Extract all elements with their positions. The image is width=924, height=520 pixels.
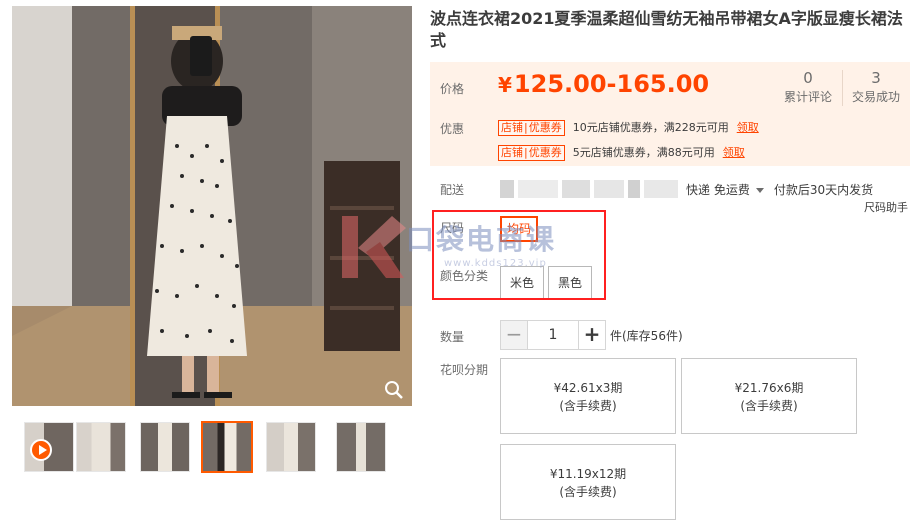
installment-fee-note: (含手续费) (559, 399, 617, 413)
installment-amount: ¥42.61x3期 (553, 381, 623, 395)
coupon-tag-shop: 店铺 (501, 121, 523, 134)
installment-fee-note: (含手续费) (740, 399, 798, 413)
coupon-tag: 店铺|优惠券 (498, 145, 565, 161)
size-helper-link[interactable]: 尺码助手 (864, 199, 908, 215)
installment-amount: ¥11.19x12期 (549, 467, 627, 481)
sku-highlight-box (432, 210, 606, 300)
thumbnail-strip (12, 420, 412, 476)
quantity-decrease-button[interactable]: − (500, 320, 528, 350)
promo-label: 优惠 (440, 122, 465, 136)
product-photo-illustration (12, 6, 412, 406)
shipping-info[interactable]: 快递 免运费 付款后30天内发货 (686, 181, 873, 198)
review-count-value: 0 (803, 69, 813, 87)
price-panel: 价格 ¥125.00-165.00 0 累计评论 3 交易成功 优惠 店铺|优惠… (430, 62, 910, 166)
review-count[interactable]: 0 累计评论 (776, 68, 840, 106)
play-icon[interactable] (30, 439, 52, 461)
thumbnail-video[interactable] (24, 422, 74, 472)
coupon-desc: 5元店铺优惠券，满88元可用 (572, 146, 715, 159)
stock-info: 件(库存56件) (610, 329, 683, 343)
currency-symbol: ¥ (498, 73, 512, 97)
main-product-image[interactable] (12, 6, 412, 406)
quantity-input[interactable]: 1 (528, 320, 578, 350)
price-value: 125.00-165.00 (513, 70, 710, 98)
coupon-tag-type: 优惠券 (528, 146, 562, 159)
sales-count-value: 3 (871, 69, 881, 87)
coupon-row-2: 店铺|优惠券 5元店铺优惠券，满88元可用 领取 (498, 144, 745, 161)
product-title: 波点连衣裙2021夏季温柔超仙雪纺无袖吊带裙女A字版显瘦长裙法式 (430, 9, 903, 50)
quantity-increase-button[interactable]: + (578, 320, 606, 350)
delivery-label: 配送 (440, 183, 465, 197)
claim-coupon-link[interactable]: 领取 (737, 121, 759, 134)
price-range: ¥125.00-165.00 (498, 70, 709, 98)
price-label: 价格 (440, 82, 465, 96)
thumbnail-4[interactable] (266, 422, 316, 472)
coupon-tag-shop: 店铺 (501, 146, 523, 159)
coupon-tag-sep: | (524, 121, 528, 134)
thumbnail-1[interactable] (76, 422, 126, 472)
sales-count-caption: 交易成功 (851, 90, 900, 104)
thumbnail-2[interactable] (140, 422, 190, 472)
coupon-row-1: 店铺|优惠券 10元店铺优惠券，满228元可用 领取 (498, 119, 759, 136)
quantity-label: 数量 (440, 330, 465, 344)
coupon-desc: 10元店铺优惠券，满228元可用 (572, 121, 729, 134)
search-icon[interactable] (384, 380, 404, 400)
chevron-down-icon (755, 188, 764, 193)
dispatch-time: 付款后30天内发货 (773, 183, 874, 197)
installment-label: 花呗分期 (440, 363, 489, 377)
sales-count[interactable]: 3 交易成功 (844, 68, 908, 106)
installment-fee-note: (含手续费) (559, 485, 617, 499)
coupon-tag-type: 优惠券 (528, 121, 562, 134)
claim-coupon-link[interactable]: 领取 (723, 146, 745, 159)
review-count-caption: 累计评论 (783, 90, 832, 104)
coupon-tag-sep: | (524, 146, 528, 159)
stat-divider (842, 70, 843, 106)
coupon-tag: 店铺|优惠券 (498, 120, 565, 136)
thumbnail-5[interactable] (336, 422, 386, 472)
installment-option-12[interactable]: ¥11.19x12期 (含手续费) (500, 444, 676, 520)
thumbnail-3-selected[interactable] (201, 421, 253, 473)
installment-amount: ¥21.76x6期 (734, 381, 804, 395)
delivery-location-blurred[interactable] (500, 180, 680, 200)
shipping-method: 快递 免运费 (686, 183, 750, 197)
installment-option-3[interactable]: ¥42.61x3期 (含手续费) (500, 358, 676, 434)
installment-option-6[interactable]: ¥21.76x6期 (含手续费) (681, 358, 857, 434)
